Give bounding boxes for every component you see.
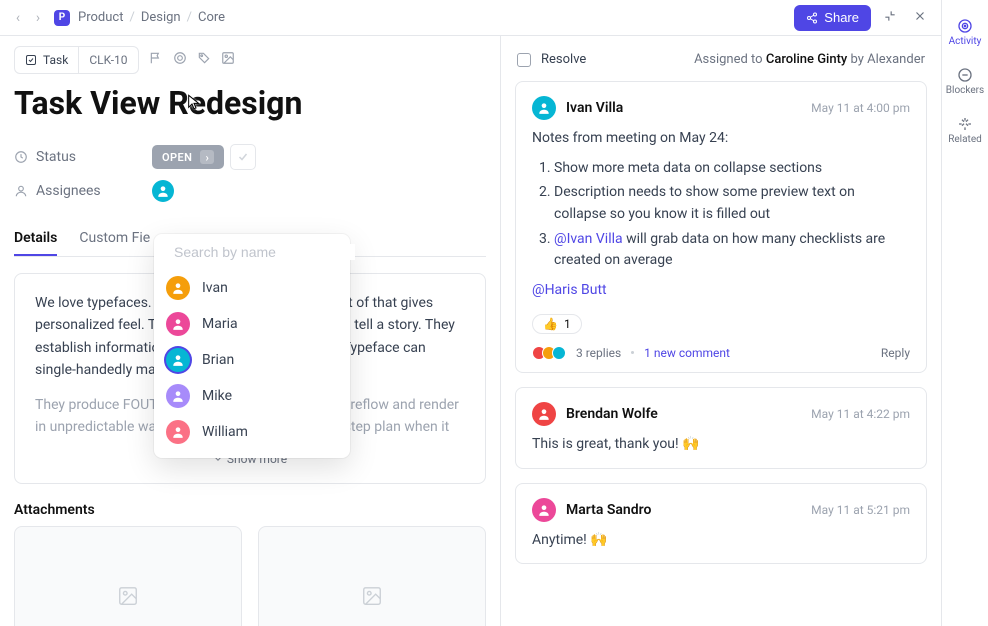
- avatar: [532, 402, 556, 426]
- comment-author: Marta Sandro: [566, 502, 651, 518]
- target-icon: [957, 18, 973, 34]
- reaction-pill[interactable]: 👍 1: [532, 314, 582, 334]
- comment-author: Ivan Villa: [566, 100, 623, 116]
- avatar: [166, 312, 190, 336]
- comment-text: Notes from meeting on May 24:: [532, 128, 910, 150]
- avatar: [166, 384, 190, 408]
- page-title: Task View Redesign: [14, 84, 486, 122]
- chevron-right-icon: ›: [200, 150, 214, 164]
- assignee-option-label: Brian: [202, 352, 234, 368]
- breadcrumb: Product / Design / Core: [78, 10, 225, 25]
- replies-count[interactable]: 3 replies: [576, 346, 621, 360]
- nav-back-icon[interactable]: ‹: [10, 10, 26, 26]
- close-icon[interactable]: [909, 5, 931, 31]
- assignee-option-label: Ivan: [202, 280, 228, 296]
- tag-icon[interactable]: [197, 51, 211, 69]
- minus-circle-icon: [957, 67, 973, 83]
- assignee-option[interactable]: William: [154, 414, 350, 450]
- comment-text: This is great, thank you! 🙌: [532, 434, 910, 456]
- target-icon[interactable]: [173, 51, 187, 69]
- assignee-option-label: Maria: [202, 316, 238, 332]
- avatar: [166, 420, 190, 444]
- share-button[interactable]: Share: [794, 5, 871, 31]
- resolve-label: Resolve: [541, 52, 586, 67]
- comment-card: Ivan Villa May 11 at 4:00 pm Notes from …: [515, 81, 927, 373]
- side-rail: Activity Blockers Related: [941, 0, 988, 626]
- flag-icon[interactable]: [149, 51, 163, 69]
- assigned-to-text: Assigned to Caroline Ginty by Alexander: [694, 52, 925, 67]
- attachments-heading: Attachments: [14, 502, 486, 518]
- comment-card: Brendan Wolfe May 11 at 4:22 pm This is …: [515, 387, 927, 469]
- attachment-placeholder[interactable]: [14, 526, 242, 626]
- tab-details[interactable]: Details: [14, 222, 57, 256]
- task-toolbar: Task CLK-10: [14, 46, 486, 74]
- comment-list-item: Description needs to show some preview t…: [554, 182, 910, 225]
- image-icon[interactable]: [221, 51, 235, 69]
- thumbs-up-icon: 👍: [543, 317, 558, 331]
- comment-time: May 11 at 4:00 pm: [811, 101, 910, 115]
- share-icon: [806, 12, 818, 24]
- collapse-icon[interactable]: [879, 5, 901, 31]
- comment-list-item: @Ivan Villa will grab data on how many c…: [554, 229, 910, 272]
- assignees-label: Assignees: [14, 183, 152, 199]
- status-label: Status: [14, 149, 152, 165]
- assignee-avatar[interactable]: [152, 180, 174, 202]
- complete-checkbox[interactable]: [230, 144, 256, 170]
- rail-related[interactable]: Related: [942, 106, 988, 155]
- comment-list-item: Show more meta data on collapse sections: [554, 158, 910, 180]
- app-logo-icon: P: [54, 10, 70, 26]
- status-icon: [14, 150, 28, 164]
- breadcrumb-item[interactable]: Design: [141, 10, 181, 25]
- comment-card: Marta Sandro May 11 at 5:21 pm Anytime! …: [515, 483, 927, 565]
- comment-author: Brendan Wolfe: [566, 406, 658, 422]
- topbar: ‹ › P Product / Design / Core Share: [0, 0, 941, 36]
- image-icon: [361, 585, 383, 607]
- reply-avatars: [532, 346, 566, 360]
- person-icon: [14, 184, 28, 198]
- avatar: [166, 276, 190, 300]
- task-id-chip[interactable]: Task CLK-10: [14, 46, 139, 74]
- avatar: [532, 498, 556, 522]
- assignee-popover: Ivan Maria Brian Mike William: [154, 234, 350, 458]
- comment-time: May 11 at 5:21 pm: [811, 503, 910, 517]
- assignee-option-label: William: [202, 424, 248, 440]
- reply-button[interactable]: Reply: [881, 346, 910, 360]
- assignee-option[interactable]: Ivan: [154, 270, 350, 306]
- nav-forward-icon[interactable]: ›: [30, 10, 46, 26]
- avatar: [166, 348, 190, 372]
- mention-link[interactable]: @Ivan Villa: [554, 231, 623, 247]
- checkbox-icon: [25, 54, 37, 66]
- rail-activity[interactable]: Activity: [942, 8, 988, 57]
- assignee-option[interactable]: Maria: [154, 306, 350, 342]
- breadcrumb-item[interactable]: Core: [198, 10, 225, 25]
- assignee-search-input[interactable]: [174, 244, 355, 260]
- comment-time: May 11 at 4:22 pm: [811, 407, 910, 421]
- new-comment-link[interactable]: 1 new comment: [644, 346, 730, 360]
- assignee-option[interactable]: Mike: [154, 378, 350, 414]
- image-icon: [117, 585, 139, 607]
- status-pill[interactable]: OPEN ›: [152, 145, 224, 169]
- assignee-option-label: Mike: [202, 388, 232, 404]
- avatar: [532, 96, 556, 120]
- mouse-cursor-icon: [186, 94, 202, 114]
- comment-text: Anytime! 🙌: [532, 530, 910, 552]
- sparkle-icon: [957, 116, 973, 132]
- rail-blockers[interactable]: Blockers: [942, 57, 988, 106]
- resolve-checkbox[interactable]: [517, 53, 531, 67]
- mention-link[interactable]: @Haris Butt: [532, 282, 607, 298]
- attachment-placeholder[interactable]: [258, 526, 486, 626]
- tab-custom-fields[interactable]: Custom Fie: [79, 222, 155, 256]
- breadcrumb-item[interactable]: Product: [78, 10, 123, 25]
- assignee-option[interactable]: Brian: [154, 342, 350, 378]
